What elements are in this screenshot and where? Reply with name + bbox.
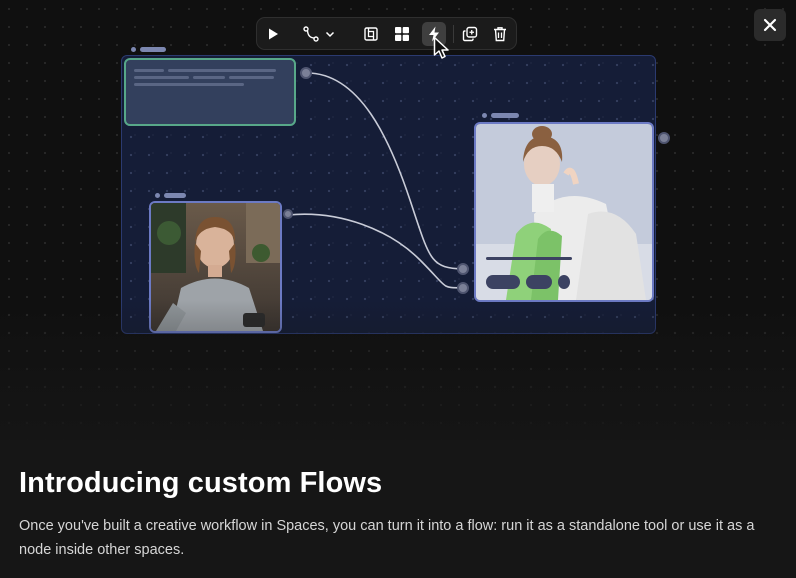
output-node-output-port[interactable] <box>658 132 670 144</box>
duplicate-icon <box>462 26 478 42</box>
close-button[interactable] <box>754 9 786 41</box>
image-node-label <box>155 193 186 198</box>
cursor-icon <box>433 36 449 59</box>
portrait-image <box>476 124 652 300</box>
text-node[interactable] <box>124 58 296 126</box>
output-node-input-port-1[interactable] <box>457 263 469 275</box>
node-toolbar <box>256 17 517 50</box>
frame-button[interactable] <box>359 22 383 46</box>
delete-button[interactable] <box>488 22 512 46</box>
frame-icon <box>364 27 378 41</box>
output-node-label <box>482 113 519 118</box>
connector-dropdown[interactable] <box>321 22 339 46</box>
output-node-input-port-2[interactable] <box>457 282 469 294</box>
trash-icon <box>494 27 506 42</box>
image-node-portrait[interactable] <box>474 122 654 302</box>
grid-icon <box>395 27 409 41</box>
play-icon <box>269 28 278 40</box>
connection-image-to-output <box>287 213 464 289</box>
connector-button[interactable] <box>299 22 323 46</box>
text-node-output-port[interactable] <box>300 67 312 79</box>
dialog-heading: Introducing custom Flows <box>19 467 383 499</box>
hero-fade <box>0 300 796 460</box>
dialog-description: Once you've built a creative workflow in… <box>19 518 755 558</box>
toolbar-separator <box>453 25 454 43</box>
chevron-down-icon <box>325 31 335 38</box>
text-node-label <box>131 47 166 52</box>
layout-button[interactable] <box>390 22 414 46</box>
duplicate-button[interactable] <box>458 22 482 46</box>
connection-text-to-output <box>306 72 464 270</box>
close-icon <box>763 18 777 32</box>
connector-icon <box>303 26 319 42</box>
run-button[interactable] <box>261 22 285 46</box>
image-node-output-port[interactable] <box>283 209 293 219</box>
